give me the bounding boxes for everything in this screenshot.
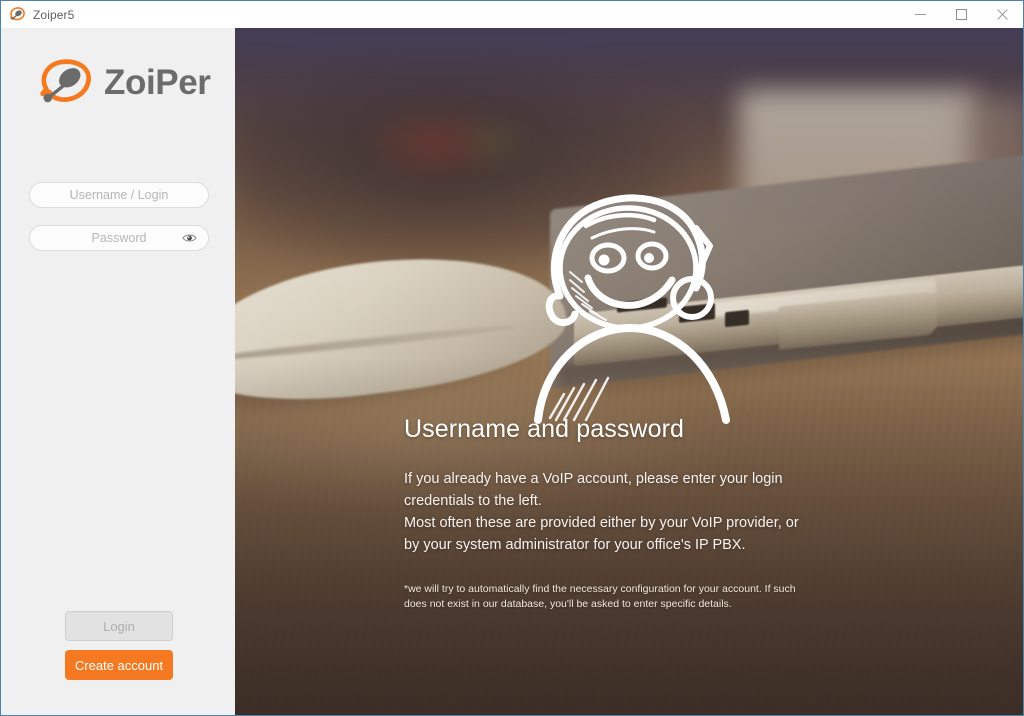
create-account-button[interactable]: Create account [65,650,173,680]
sketch-smiley-headset-icon [530,168,760,424]
hero-paragraph-line-2: credentials to the left. [404,492,542,509]
username-input[interactable] [30,183,208,207]
window-title: Zoiper5 [33,7,75,22]
hero-paragraph-line-1: If you already have a VoIP account, plea… [404,470,783,487]
hero-paragraph: If you already have a VoIP account, plea… [404,468,834,556]
page-title: Username and password [404,415,685,443]
eye-icon[interactable] [182,233,197,244]
hero-paragraph-line-4: by your system administrator for your of… [404,536,746,553]
maximize-icon[interactable] [941,1,982,28]
hero-footnote: *we will try to automatically find the n… [404,582,809,612]
title-bar: Zoiper5 [1,1,1023,28]
hero-text-block: Username and password If you already hav… [404,415,834,612]
minimize-icon[interactable] [900,1,941,28]
logo-text: ZoiPer [104,63,211,102]
zoiper-headset-logo-icon [37,55,95,110]
app-window: Zoiper5 ZoiPer Username / Login Login Cr… [0,0,1024,716]
hero-paragraph-line-3: Most often these are provided either by … [404,514,799,531]
zoiper-headset-icon [9,6,26,23]
credentials-form [29,182,209,268]
login-button[interactable]: Login [65,611,173,641]
hero-panel: Username and password If you already hav… [235,28,1023,715]
close-icon[interactable] [982,1,1023,28]
username-field[interactable] [29,182,209,208]
password-field[interactable] [29,225,209,251]
window-controls [900,1,1023,28]
sidebar-actions: Login Create account [65,611,173,680]
hero-footnote-line-2: not exist in our database, you'll be ask… [429,597,732,610]
main-content: ZoiPer Logi [1,28,1023,715]
zoiper-logo: ZoiPer [37,55,211,110]
login-sidebar: ZoiPer Logi [1,28,235,715]
